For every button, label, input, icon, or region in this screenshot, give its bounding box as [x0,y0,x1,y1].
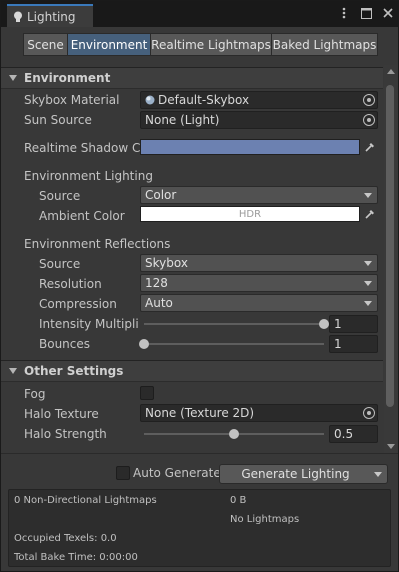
environment-section-header[interactable]: Environment [1,67,383,89]
chevron-down-icon[interactable] [374,472,382,477]
bottom-bar: Auto Generate Generate Lighting [1,453,398,491]
fog-label: Fog [24,387,46,401]
intensity-slider-track[interactable] [144,323,324,325]
lightmap-stats-panel: 0 Non-Directional Lightmaps 0 B No Light… [8,489,391,567]
compression-label: Compression [39,297,117,311]
halo-strength-label: Halo Strength [24,427,107,441]
bounces-field[interactable]: 1 [329,335,378,353]
foldout-arrow-icon [9,75,17,81]
scroll-down-arrow-icon[interactable] [387,444,395,449]
generate-lighting-label: Generate Lighting [241,467,350,481]
resolution-value: 128 [145,276,168,290]
bounces-slider-track[interactable] [144,343,324,345]
intensity-multiplier-label: Intensity Multiplie [39,317,139,331]
lighting-window: Lighting Scene Environment Realtime Ligh… [0,0,399,572]
reflection-source-dropdown[interactable]: Skybox [140,254,378,272]
other-settings-section-title: Other Settings [24,364,124,378]
more-menu-icon[interactable] [338,6,350,20]
window-tab-lighting[interactable]: Lighting [7,4,93,27]
title-bar: Lighting [1,1,399,27]
realtime-shadow-color-swatch[interactable] [140,139,360,155]
foldout-arrow-icon [9,368,17,374]
lighting-tabs: Scene Environment Realtime Lightmaps Bak… [23,33,378,56]
fog-checkbox[interactable] [140,386,154,400]
intensity-multiplier-field[interactable]: 1 [329,315,378,333]
bounces-label: Bounces [39,337,91,351]
resolution-label: Resolution [39,277,102,291]
skybox-material-value: Default-Skybox [158,93,250,107]
environment-reflections-title: Environment Reflections [24,237,171,251]
environment-lighting-title: Environment Lighting [24,169,153,183]
material-sphere-icon [145,95,155,105]
occupied-texels: Occupied Texels: 0.0 [14,533,117,544]
lighting-source-dropdown[interactable]: Color [140,186,378,204]
other-settings-section-header[interactable]: Other Settings [1,360,383,382]
object-picker-icon[interactable] [363,94,375,106]
compression-value: Auto [145,296,173,310]
tab-scene[interactable]: Scene [23,33,68,56]
reflection-source-value: Skybox [145,256,188,270]
intensity-slider-knob[interactable] [319,319,329,329]
realtime-shadow-color-label: Realtime Shadow Co [24,141,140,155]
halo-texture-label: Halo Texture [24,407,99,421]
lightmaps-count: 0 Non-Directional Lightmaps [14,495,157,506]
sun-source-field[interactable]: None (Light) [140,111,378,129]
chevron-down-icon [364,281,372,286]
sun-source-value: None (Light) [145,113,220,127]
halo-texture-value: None (Texture 2D) [145,406,255,420]
tab-realtime-lightmaps[interactable]: Realtime Lightmaps [150,33,272,56]
object-picker-icon[interactable] [363,407,375,419]
resolution-dropdown[interactable]: 128 [140,274,378,292]
lighting-source-value: Color [145,188,177,202]
halo-strength-slider-knob[interactable] [229,429,239,439]
no-lightmaps-text: No Lightmaps [230,514,300,525]
chevron-down-icon [364,261,372,266]
window-title: Lighting [27,9,76,24]
lightmaps-size: 0 B [230,495,247,506]
vertical-scrollbar[interactable] [384,65,398,453]
eyedropper-icon[interactable] [361,205,379,223]
tab-environment[interactable]: Environment [67,33,151,56]
halo-texture-field[interactable]: None (Texture 2D) [140,404,378,422]
lightbulb-icon [14,11,22,22]
compression-dropdown[interactable]: Auto [140,294,378,312]
eyedropper-icon[interactable] [361,138,379,156]
lighting-source-label: Source [39,189,81,203]
halo-strength-field[interactable]: 0.5 [329,425,378,443]
skybox-material-label: Skybox Material [24,93,120,107]
generate-lighting-button[interactable]: Generate Lighting [219,464,388,484]
chevron-down-icon [364,193,372,198]
auto-generate-checkbox[interactable] [116,466,130,480]
skybox-material-field[interactable]: Default-Skybox [140,91,378,109]
ambient-color-swatch[interactable]: HDR [140,206,360,222]
bounces-slider-knob[interactable] [139,339,149,349]
chevron-down-icon [364,301,372,306]
settings-scroll-area: Environment Skybox Material Default-Skyb… [1,65,383,453]
tab-baked-lightmaps[interactable]: Baked Lightmaps [271,33,378,56]
scrollbar-thumb[interactable] [386,85,394,407]
object-picker-icon[interactable] [363,114,375,126]
auto-generate-label: Auto Generate [133,466,221,480]
ambient-color-label: Ambient Color [39,209,125,223]
environment-section-title: Environment [24,71,111,85]
scroll-up-arrow-icon[interactable] [387,69,395,74]
maximize-icon[interactable] [360,6,372,20]
total-bake-time: Total Bake Time: 0:00:00 [14,552,138,563]
sun-source-label: Sun Source [24,113,92,127]
hdr-label: HDR [238,208,262,220]
reflection-source-label: Source [39,257,81,271]
close-icon[interactable] [382,6,394,20]
